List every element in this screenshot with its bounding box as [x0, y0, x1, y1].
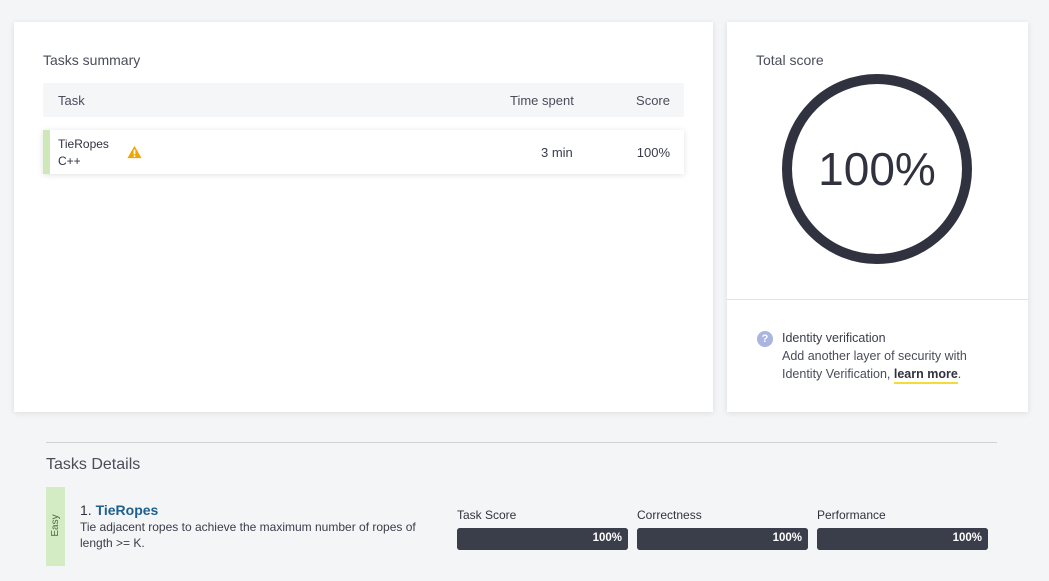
task-score: 100% — [636, 145, 670, 160]
total-score-value: 100% — [818, 143, 936, 195]
task-language: C++ — [58, 154, 81, 168]
difficulty-badge: Easy — [46, 487, 65, 566]
tasks-summary-title: Tasks summary — [43, 52, 141, 68]
metric-label-correctness: Correctness — [637, 508, 702, 522]
metric-bar-task-score: 100% — [457, 528, 628, 550]
metric-bar-correctness: 100% — [637, 528, 808, 550]
column-header-score: Score — [636, 93, 670, 108]
task-detail-number: 1. — [80, 502, 92, 518]
section-divider — [46, 442, 997, 443]
task-name: TieRopes — [58, 137, 109, 151]
task-row-tieropes[interactable]: TieRopes C++ 3 min 100% — [43, 130, 684, 174]
task-time-spent: 3 min — [541, 145, 573, 160]
metric-label-performance: Performance — [817, 508, 886, 522]
difficulty-label: Easy — [50, 514, 61, 537]
identity-verification-text: Add another layer of security with — [782, 349, 967, 363]
tasks-summary-card: Tasks summary Task Time spent Score TieR… — [14, 22, 713, 412]
total-score-title: Total score — [756, 52, 824, 68]
column-header-time-spent: Time spent — [510, 93, 574, 108]
score-card-divider — [727, 299, 1028, 300]
identity-verification-suffix: . — [957, 367, 962, 381]
metric-value-performance: 100% — [952, 532, 982, 544]
tasks-details-title: Tasks Details — [46, 456, 141, 473]
task-detail-link[interactable]: TieRopes — [96, 502, 159, 518]
help-icon[interactable]: ? — [757, 331, 773, 347]
metric-value-correctness: 100% — [772, 532, 802, 544]
task-detail-heading: 1. TieRopes — [80, 502, 158, 518]
tasks-table-header: Task Time spent Score — [43, 83, 684, 117]
metric-bar-performance: 100% — [817, 528, 988, 550]
identity-verification-text-line2: Identity Verification, learn more. — [782, 367, 962, 384]
total-score-card: Total score 100% ? Identity verification… — [727, 22, 1028, 412]
identity-verification-prefix: Identity Verification, — [782, 367, 894, 381]
identity-verification-title: Identity verification — [782, 331, 886, 345]
metric-label-task-score: Task Score — [457, 508, 517, 522]
column-header-task: Task — [58, 93, 85, 108]
metric-value-task-score: 100% — [592, 532, 622, 544]
task-detail-description: Tie adjacent ropes to achieve the maximu… — [80, 520, 416, 550]
learn-more-link[interactable]: learn more — [893, 367, 958, 384]
warning-icon — [127, 145, 142, 159]
